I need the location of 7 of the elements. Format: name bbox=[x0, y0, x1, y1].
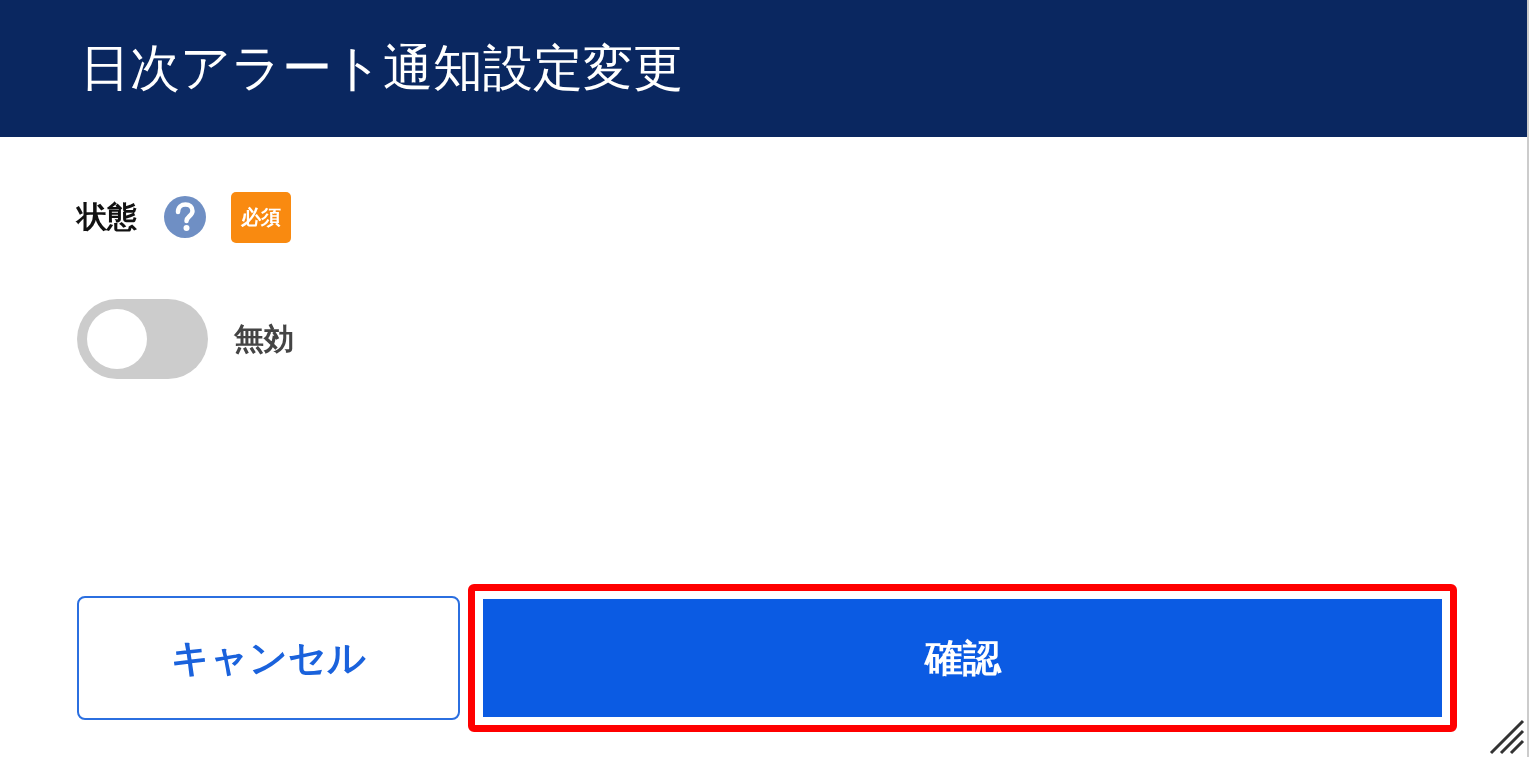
confirm-button[interactable]: 確認 bbox=[468, 584, 1457, 732]
toggle-label: 無効 bbox=[234, 319, 294, 358]
cancel-button[interactable]: キャンセル bbox=[77, 596, 460, 720]
required-badge: 必須 bbox=[231, 191, 291, 243]
help-icon[interactable] bbox=[163, 195, 207, 239]
field-label: 状態 bbox=[77, 197, 137, 236]
dialog-title: 日次アラート通知設定変更 bbox=[80, 39, 683, 98]
